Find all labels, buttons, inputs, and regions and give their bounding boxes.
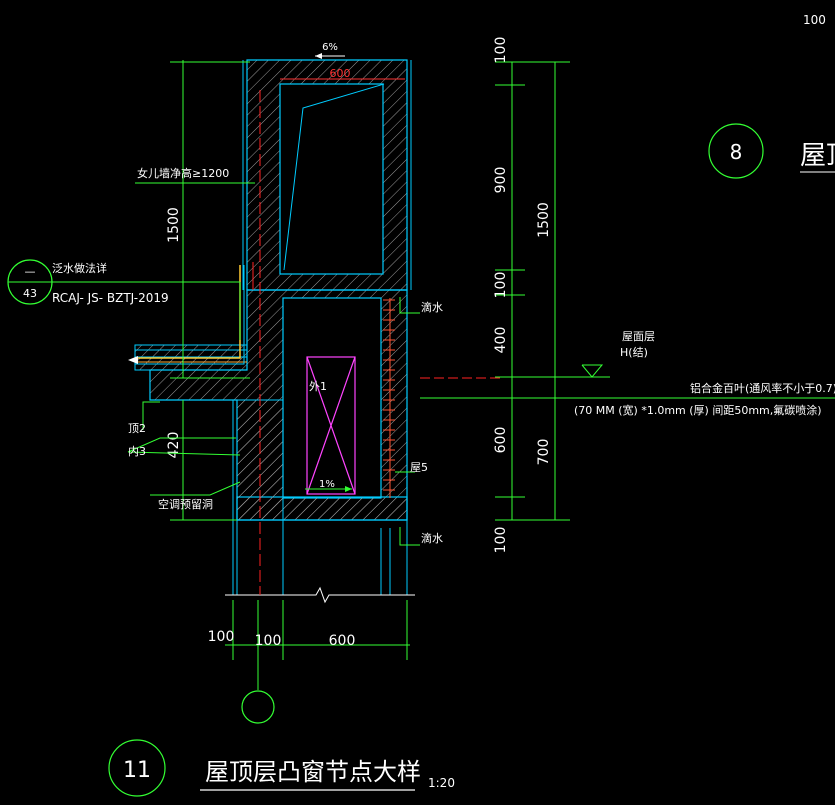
roof-level-marker: 屋面层 H(结) [558, 330, 655, 378]
roof-layers [128, 265, 248, 371]
detail-8-ref: 8 屋顶 [708, 123, 835, 179]
title-block: 11 屋顶层凸窗节点大样 1:20 [108, 739, 455, 797]
drawing-scale: 1:20 [428, 776, 455, 790]
outer-1-label: 外1 [309, 380, 327, 393]
svg-text:600: 600 [329, 633, 356, 649]
drip-top-label: 滴水 [421, 300, 443, 314]
svg-text:100: 100 [255, 633, 282, 649]
svg-text:空调预留洞: 空调预留洞 [158, 497, 213, 511]
svg-text:顶2: 顶2 [128, 422, 146, 435]
svg-text:900: 900 [493, 167, 509, 194]
svg-text:8: 8 [730, 140, 743, 164]
svg-text:6%: 6% [322, 42, 338, 53]
svg-text:100: 100 [493, 527, 509, 554]
flashing-ref: — 43 泛水做法详 RCAJ- JS- BZTJ-2019 [7, 259, 241, 340]
parapet-label: 女儿墙净高≥1200 [137, 166, 229, 180]
svg-text:RCAJ- JS- BZTJ-2019: RCAJ- JS- BZTJ-2019 [52, 291, 169, 305]
louver-brick [383, 298, 395, 498]
svg-text:(70 MM (宽) *1.0mm (厚) 间距50mm,氟: (70 MM (宽) *1.0mm (厚) 间距50mm,氟碳喷涂) [574, 403, 822, 417]
svg-text:100: 100 [208, 629, 235, 645]
slope-top: 6% [315, 42, 345, 59]
top-right-dim: 100 [803, 13, 826, 27]
svg-text:内3: 内3 [128, 444, 146, 458]
svg-text:泛水做法详: 泛水做法详 [52, 261, 107, 275]
dim-left-420: 420 [166, 432, 182, 459]
svg-text:600: 600 [330, 67, 351, 80]
svg-text:屋顶: 屋顶 [800, 141, 835, 171]
concrete-structure [149, 59, 408, 521]
svg-text:1%: 1% [319, 479, 335, 490]
svg-text:700: 700 [536, 439, 552, 466]
svg-text:—: — [25, 265, 36, 278]
svg-text:H(结): H(结) [620, 346, 648, 359]
svg-text:铝合金百叶(通风率不小于0.7): 铝合金百叶(通风率不小于0.7) [690, 381, 835, 395]
bottom-dimensions [225, 600, 410, 690]
right-dimensions [420, 61, 835, 521]
svg-text:100: 100 [493, 272, 509, 299]
svg-text:600: 600 [493, 427, 509, 454]
axis-bubble [241, 690, 275, 724]
svg-text:43: 43 [23, 287, 37, 300]
louver-note: 铝合金百叶(通风率不小于0.7) (70 MM (宽) *1.0mm (厚) 间… [574, 381, 835, 417]
dim-left-1500: 1500 [166, 207, 182, 243]
svg-text:屋面层: 屋面层 [622, 330, 655, 343]
drawing-title: 屋顶层凸窗节点大样 [205, 758, 421, 786]
detail-drawing: 600 6% 1% 1500 420 100 900 100 400 600 1… [7, 13, 835, 797]
svg-text:屋5: 屋5 [410, 461, 428, 474]
svg-text:1500: 1500 [536, 202, 552, 238]
svg-text:100: 100 [493, 37, 509, 64]
bottom-dim-texts: 100 100 600 [208, 629, 356, 649]
drip-bottom-label: 滴水 [421, 531, 443, 545]
detail-number: 11 [123, 758, 151, 783]
svg-text:400: 400 [493, 327, 509, 354]
